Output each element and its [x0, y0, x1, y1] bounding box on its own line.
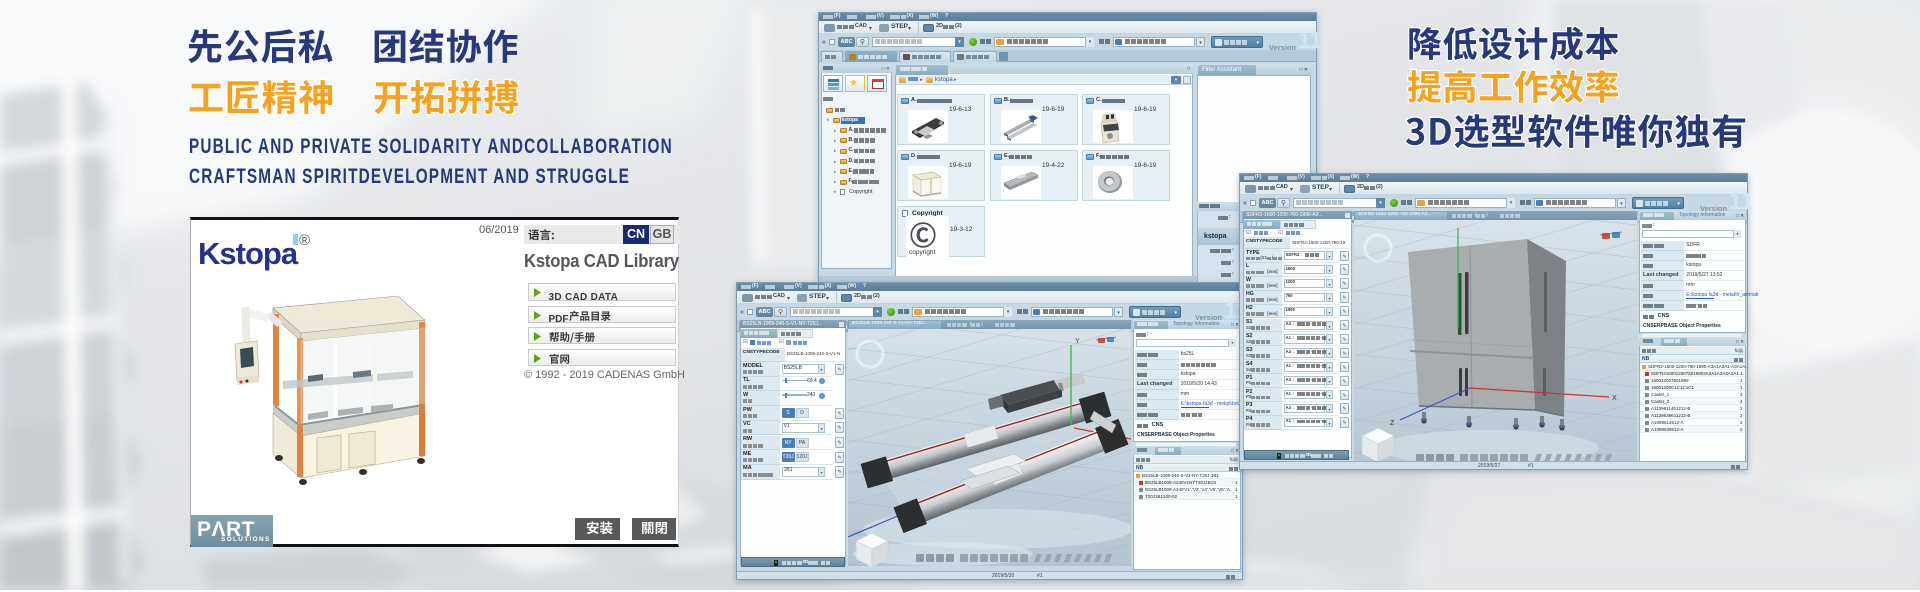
svg-text:Y: Y — [1075, 338, 1080, 345]
svg-text:Z: Z — [1390, 420, 1395, 427]
svg-text:X: X — [1612, 395, 1617, 402]
